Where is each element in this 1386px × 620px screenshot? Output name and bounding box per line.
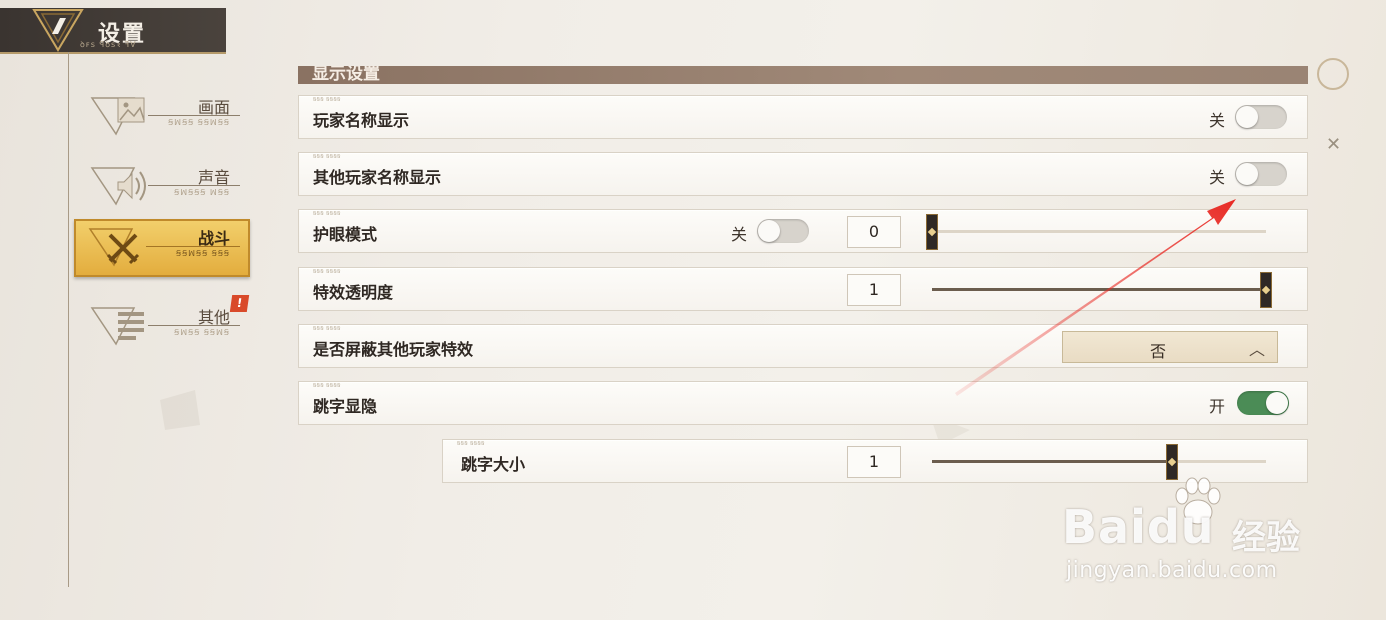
sidebar-item-sublabel: ꞨꟽꞨꞨ ꞨꞨꟽꞨꞨ bbox=[168, 118, 230, 127]
setting-row-player-name: ꞨꞨꞨ ꞨꞨꞨꞨ 玩家名称显示 关 bbox=[298, 95, 1308, 139]
damage-size-value[interactable]: 1 bbox=[847, 446, 901, 478]
row-tag: ꞨꞨꞨ ꞨꞨꞨꞨ bbox=[313, 269, 341, 275]
player-name-toggle[interactable] bbox=[1235, 105, 1287, 129]
sidebar-item-label: 画面 bbox=[197, 98, 230, 117]
setting-row-block-effects: ꞨꞨꞨ ꞨꞨꞨꞨ 是否屏蔽其他玩家特效 否 ︿ bbox=[298, 324, 1308, 368]
setting-label: 其他玩家名称显示 bbox=[313, 168, 442, 187]
sidebar-item-sublabel: ꞨꞨꟽꞨꞨ ꞨꞨꞨ bbox=[176, 249, 230, 258]
watermark-url: jingyan.baidu.com bbox=[1066, 558, 1278, 583]
dropdown-value: 否 bbox=[1149, 342, 1166, 361]
page-subtitle: ꝺꜰꜱ ꟼꝺꜱꝛ ꟻⱯ bbox=[80, 40, 137, 49]
brand-part: Bai bbox=[1062, 500, 1147, 554]
sound-icon bbox=[90, 167, 146, 206]
toggle-knob bbox=[1236, 106, 1258, 128]
row-tag: ꞨꞨꞨ ꞨꞨꞨꞨ bbox=[313, 97, 341, 103]
sidebar-item-combat[interactable]: 战斗 ꞨꞨꟽꞨꞨ ꞨꞨꞨ bbox=[74, 219, 250, 277]
list-icon bbox=[90, 307, 144, 346]
section-header: 显示设置 bbox=[298, 66, 1308, 84]
page-header: 设置 ꝺꜰꜱ ꟼꝺꜱꝛ ꟻⱯ bbox=[0, 8, 226, 54]
row-tag: ꞨꞨꞨ ꞨꞨꞨꞨ bbox=[313, 383, 341, 389]
setting-label: 跳字大小 bbox=[461, 455, 526, 474]
setting-label: 特效透明度 bbox=[313, 283, 394, 302]
settings-logo-icon bbox=[32, 9, 84, 52]
sidebar-item-display[interactable]: 画面 ꞨꟽꞨꞨ ꞨꞨꟽꞨꞨ bbox=[78, 90, 248, 144]
damage-size-slider-thumb[interactable] bbox=[1166, 444, 1179, 480]
effect-opacity-slider-track[interactable] bbox=[932, 288, 1266, 291]
toggle-knob bbox=[1266, 392, 1288, 414]
setting-label: 护眼模式 bbox=[313, 225, 378, 244]
baidu-watermark: Baidu 经验 jingyan.baidu.com bbox=[1062, 477, 1312, 592]
toggle-state-text: 关 bbox=[731, 225, 748, 244]
watermark-cn: 经验 bbox=[1232, 518, 1300, 558]
brand-suffix: du bbox=[1146, 500, 1215, 554]
toggle-state-text: 开 bbox=[1209, 397, 1226, 416]
section-title: 显示设置 bbox=[312, 66, 380, 84]
setting-label: 玩家名称显示 bbox=[313, 111, 410, 130]
sidebar-item-sublabel: ꞨꟽꞨꞨ ꞨꞨꟽꞨ bbox=[174, 328, 230, 337]
sidebar-item-sound[interactable]: 声音 ꞨꟽꞨꞨꞨ ꟽꞨꞨ bbox=[78, 160, 248, 214]
row-tag: ꞨꞨꞨ ꞨꞨꞨꞨ bbox=[313, 211, 341, 217]
toggle-state-text: 关 bbox=[1209, 111, 1226, 130]
row-tag: ꞨꞨꞨ ꞨꞨꞨꞨ bbox=[313, 326, 341, 332]
toggle-state-text: 关 bbox=[1209, 168, 1226, 187]
toggle-knob bbox=[1236, 163, 1258, 185]
setting-label: 跳字显隐 bbox=[313, 397, 378, 416]
setting-row-other-player-name: ꞨꞨꞨ ꞨꞨꞨꞨ 其他玩家名称显示 关 bbox=[298, 152, 1308, 196]
ring-icon bbox=[1317, 58, 1349, 90]
toggle-knob bbox=[758, 220, 780, 242]
image-icon bbox=[90, 97, 145, 136]
sidebar-item-other[interactable]: ! 其他 ꞨꟽꞨꞨ ꞨꞨꟽꞨ bbox=[78, 295, 250, 354]
other-player-name-toggle[interactable] bbox=[1235, 162, 1287, 186]
effect-opacity-value[interactable]: 1 bbox=[847, 274, 901, 306]
damage-numbers-toggle[interactable] bbox=[1237, 391, 1289, 415]
setting-row-eye-mode: ꞨꞨꞨ ꞨꞨꞨꞨ 护眼模式 关 0 bbox=[298, 209, 1308, 253]
block-effects-dropdown[interactable]: 否 ︿ bbox=[1062, 331, 1278, 363]
sidebar-item-sublabel: ꞨꟽꞨꞨꞨ ꟽꞨꞨ bbox=[174, 188, 230, 197]
notification-badge: ! bbox=[229, 295, 250, 312]
close-icon: ✕ bbox=[1326, 134, 1342, 155]
sidebar-item-label: 声音 bbox=[197, 168, 230, 187]
row-tag: ꞨꞨꞨ ꞨꞨꞨꞨ bbox=[457, 441, 485, 447]
eye-mode-slider-thumb[interactable] bbox=[926, 214, 938, 250]
setting-label: 是否屏蔽其他玩家特效 bbox=[313, 340, 474, 359]
slider-fill bbox=[932, 460, 1173, 463]
eye-mode-slider-track[interactable] bbox=[932, 230, 1266, 233]
setting-row-damage-numbers: ꞨꞨꞨ ꞨꞨꞨꞨ 跳字显隐 开 bbox=[298, 381, 1308, 425]
slider-fill bbox=[932, 288, 1266, 291]
crossed-swords-icon bbox=[88, 228, 140, 267]
eye-mode-toggle[interactable] bbox=[757, 219, 809, 243]
background-decoration bbox=[160, 390, 200, 430]
eye-mode-value[interactable]: 0 bbox=[847, 216, 901, 248]
sidebar-item-label: 战斗 bbox=[197, 229, 230, 248]
chevron-up-icon: ︿ bbox=[1248, 340, 1265, 359]
sidebar-item-label: 其他 bbox=[197, 308, 230, 327]
effect-opacity-slider-thumb[interactable] bbox=[1260, 272, 1272, 308]
setting-row-effect-opacity: ꞨꞨꞨ ꞨꞨꞨꞨ 特效透明度 1 bbox=[298, 267, 1308, 311]
row-tag: ꞨꞨꞨ ꞨꞨꞨꞨ bbox=[313, 154, 341, 160]
watermark-brand: Baidu bbox=[1062, 500, 1215, 554]
sidebar-divider bbox=[68, 52, 69, 587]
damage-size-slider-track[interactable] bbox=[932, 460, 1266, 463]
